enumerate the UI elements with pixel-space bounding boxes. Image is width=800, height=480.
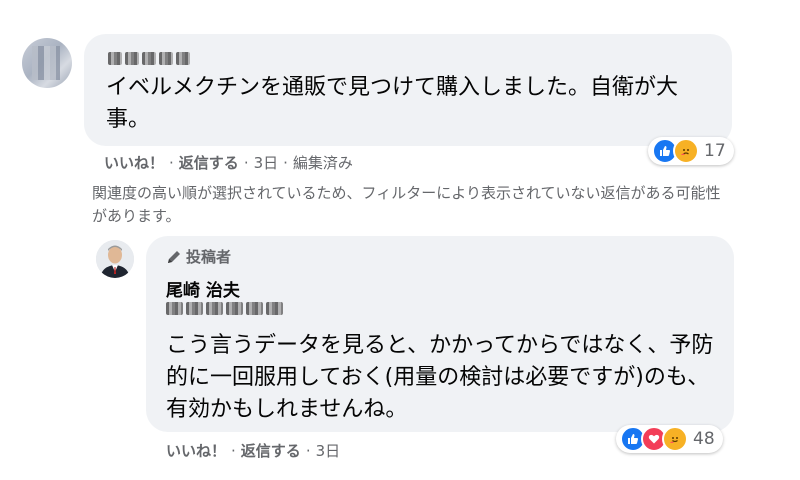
care-icon [662, 426, 688, 452]
reply-link[interactable]: 返信する [241, 440, 301, 461]
filter-notice: 関連度の高い順が選択されているため、フィルターにより表示されていない返信がある可… [92, 184, 721, 225]
like-link[interactable]: いいね！ [166, 440, 226, 461]
reply-actions: いいね！ · 返信する · 3日 [166, 440, 340, 461]
reaction-summary[interactable]: 48 [616, 425, 723, 453]
author-name[interactable]: 尾崎 治夫 [166, 276, 240, 301]
author-photo [96, 240, 134, 278]
separator-dot: · [231, 441, 236, 460]
separator-dot: · [243, 153, 249, 172]
blurred-commenter-name[interactable] [108, 52, 190, 65]
reaction-summary[interactable]: 17 [648, 137, 734, 165]
edited-label[interactable]: 編集済み [293, 152, 353, 173]
comment-text: イベルメクチンを通販で見つけて購入しました。自衛が大事。 [106, 75, 679, 132]
reply-link[interactable]: 返信する [179, 152, 239, 173]
author-badge-label: 投稿者 [186, 248, 232, 266]
like-link[interactable]: いいね！ [104, 152, 164, 173]
care-icon [673, 138, 699, 164]
reaction-count: 48 [693, 429, 715, 449]
pencil-icon [168, 250, 180, 263]
commenter-avatar[interactable] [22, 38, 72, 88]
separator-dot: · [283, 153, 288, 172]
author-badge: 投稿者 [166, 246, 231, 267]
separator-dot: · [169, 153, 174, 172]
author-avatar[interactable] [96, 240, 134, 278]
reply-text: こう言うデータを見ると、かかってからではなく、予防的に一回服用しておく(用量の検… [166, 333, 714, 422]
separator-dot: · [305, 441, 311, 460]
comment-actions: いいね！ · 返信する · 3日 · 編集済み [104, 152, 353, 173]
blurred-avatar-photo [32, 46, 60, 80]
timestamp[interactable]: 3日 [254, 152, 279, 173]
reaction-count: 17 [704, 141, 726, 161]
timestamp[interactable]: 3日 [316, 440, 341, 461]
blurred-tagged-name[interactable] [166, 302, 283, 315]
